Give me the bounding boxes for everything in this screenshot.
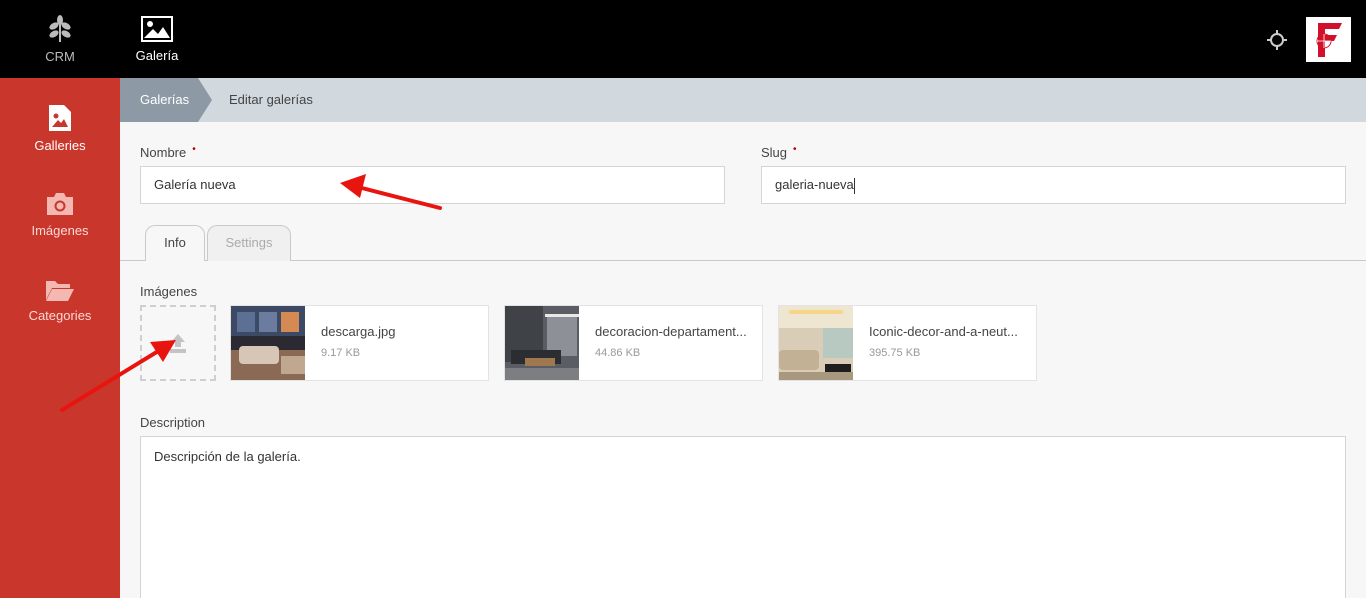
required-mark: •: [793, 144, 797, 155]
sidebar-item-imagenes[interactable]: Imágenes: [0, 191, 120, 261]
image-filesize: 395.75 KB: [869, 347, 921, 359]
nombre-label: Nombre •: [140, 144, 196, 160]
description-label: Description: [140, 415, 206, 430]
image-file-icon: [49, 105, 71, 131]
image-thumbnail: [779, 306, 853, 380]
image-card[interactable]: decoracion-departament... 44.86 KB: [504, 305, 763, 381]
sidebar-item-label: Galleries: [34, 138, 86, 153]
nombre-input[interactable]: Galería nueva: [140, 166, 725, 204]
main-content: Galerías Editar galerías Nombre • Galería…: [120, 78, 1366, 598]
crosshair-icon[interactable]: [1266, 29, 1288, 51]
image-card[interactable]: descarga.jpg 9.17 KB: [230, 305, 489, 381]
folder-open-icon: [46, 281, 74, 301]
upload-button[interactable]: [140, 305, 216, 381]
nombre-label-text: Nombre: [140, 145, 187, 160]
camera-icon: [47, 193, 73, 215]
breadcrumb-separator: [198, 78, 212, 122]
slug-input-value: galeria-nueva: [775, 177, 854, 192]
breadcrumb: Galerías Editar galerías: [120, 78, 1366, 122]
image-filename: descarga.jpg: [321, 324, 396, 339]
app-galeria-button[interactable]: Galería: [97, 0, 217, 78]
breadcrumb-galerias-link[interactable]: Galerías: [120, 78, 198, 122]
company-logo-icon[interactable]: [1306, 17, 1351, 62]
breadcrumb-current: Editar galerías: [229, 92, 313, 107]
slug-label: Slug •: [761, 144, 797, 160]
sidebar-item-categories[interactable]: Categories: [0, 278, 120, 348]
upload-icon: [170, 334, 186, 353]
sidebar: Galleries Imágenes Categories: [0, 78, 120, 598]
tab-settings[interactable]: Settings: [207, 225, 291, 261]
sidebar-item-label: Imágenes: [31, 223, 89, 238]
image-filename: decoracion-departament...: [595, 324, 747, 339]
app-galeria-label: Galería: [135, 47, 179, 63]
image-card[interactable]: Iconic-decor-and-a-neut... 395.75 KB: [778, 305, 1037, 381]
slug-input[interactable]: galeria-nueva: [761, 166, 1346, 204]
image-thumbnail: [231, 306, 305, 380]
image-thumbnail: [505, 306, 579, 380]
sidebar-item-label: Categories: [28, 308, 92, 323]
leaf-icon: [49, 14, 71, 42]
image-filesize: 44.86 KB: [595, 347, 641, 359]
slug-label-text: Slug: [761, 145, 788, 160]
image-icon: [141, 15, 173, 42]
tab-info[interactable]: Info: [145, 225, 205, 261]
app-crm-label: CRM: [45, 48, 75, 64]
top-bar: CRM Galería: [0, 0, 1366, 78]
text-cursor: [853, 177, 855, 194]
image-filesize: 9.17 KB: [321, 347, 361, 359]
sidebar-item-galleries[interactable]: Galleries: [0, 104, 120, 174]
tabs-divider: [120, 260, 1366, 261]
image-filename: Iconic-decor-and-a-neut...: [869, 324, 1018, 339]
required-mark: •: [192, 144, 196, 155]
description-textarea[interactable]: Descripción de la galería.: [140, 436, 1346, 598]
imagenes-label: Imágenes: [140, 284, 198, 299]
